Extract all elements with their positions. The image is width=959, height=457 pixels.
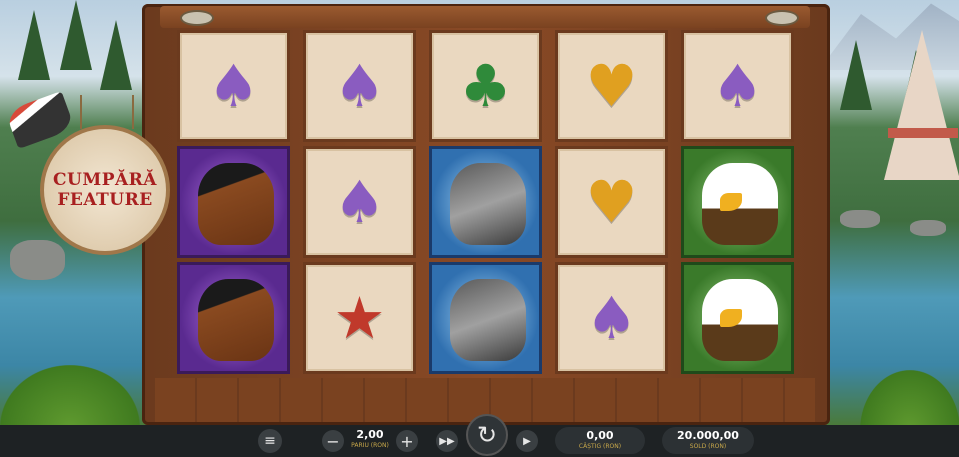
eagle-icon [702, 279, 778, 361]
heart-icon: ♥ [585, 168, 638, 236]
club-symbol: ♣ [429, 30, 542, 142]
horse-symbol [177, 146, 290, 258]
reel-4: ♥ ♥ ♠ [555, 30, 668, 376]
buy-feature-label: CUMPĂRĂ FEATURE [53, 170, 157, 210]
rock [10, 240, 65, 280]
reel-1: ♠ [177, 30, 290, 376]
win-value: 0,00 [586, 429, 614, 442]
win-label: CÂȘTIG (RON) [578, 443, 622, 450]
wolf-icon [450, 163, 526, 245]
bush [0, 365, 140, 427]
plus-icon[interactable]: + [396, 430, 418, 452]
club-icon: ♣ [459, 52, 512, 120]
win-display: 0,00 CÂȘTIG (RON) [555, 427, 645, 454]
spade-symbol: ♠ [303, 30, 416, 142]
spade-symbol: ♠ [177, 30, 290, 142]
play-icon[interactable]: ▶ [516, 430, 538, 452]
star-symbol: ★ [303, 262, 416, 374]
menu-icon[interactable]: ≡ [258, 429, 282, 453]
bet-value: 2,00 [356, 428, 384, 441]
horse-symbol [177, 262, 290, 374]
spade-icon: ♠ [585, 284, 638, 352]
balance-display: 20.000,00 SOLD (RON) [662, 427, 754, 454]
frame-ornament [765, 10, 799, 26]
bush [860, 370, 959, 430]
eagle-symbol [681, 262, 794, 374]
reel-5: ♠ [681, 30, 794, 376]
balance-label: SOLD (RON) [689, 443, 727, 450]
spade-symbol: ♠ [555, 262, 668, 374]
horse-icon [198, 279, 274, 361]
buy-feature-button[interactable]: CUMPĂRĂ FEATURE [40, 125, 170, 255]
star-icon: ★ [333, 284, 386, 352]
pine-tree [100, 20, 132, 90]
rope [80, 95, 134, 129]
teepee-band [888, 128, 958, 138]
spade-icon: ♠ [711, 52, 764, 120]
beak-icon [720, 193, 742, 211]
wolf-icon [450, 279, 526, 361]
reel-3: ♣ [429, 30, 542, 376]
pine-tree [840, 40, 872, 110]
spade-icon: ♠ [333, 168, 386, 236]
heart-symbol: ♥ [555, 146, 668, 258]
frame-ornament [180, 10, 214, 26]
horse-icon [198, 163, 274, 245]
frame-top-beam [160, 6, 810, 28]
spade-symbol: ♠ [681, 30, 794, 142]
pine-tree [18, 10, 50, 80]
heart-icon: ♥ [585, 52, 638, 120]
spade-icon: ♠ [207, 52, 260, 120]
eagle-icon [702, 163, 778, 245]
balance-value: 20.000,00 [677, 429, 739, 442]
wolf-symbol [429, 146, 542, 258]
teepee [884, 30, 959, 180]
wolf-symbol [429, 262, 542, 374]
bet-display: 2,00 PARIU (RON) [346, 428, 394, 450]
beak-icon [720, 309, 742, 327]
rock [840, 210, 880, 228]
pine-tree [60, 0, 92, 70]
bet-label: PARIU (RON) [351, 442, 389, 449]
heart-symbol: ♥ [555, 30, 668, 142]
eagle-symbol [681, 146, 794, 258]
spin-icon[interactable]: ↻ [466, 414, 508, 456]
reel-2: ♠ ♠ ★ [303, 30, 416, 376]
fast-forward-icon[interactable]: ▶▶ [436, 430, 458, 452]
spade-icon: ♠ [333, 52, 386, 120]
spade-symbol: ♠ [303, 146, 416, 258]
rock [910, 220, 946, 236]
minus-icon[interactable]: − [322, 430, 344, 452]
